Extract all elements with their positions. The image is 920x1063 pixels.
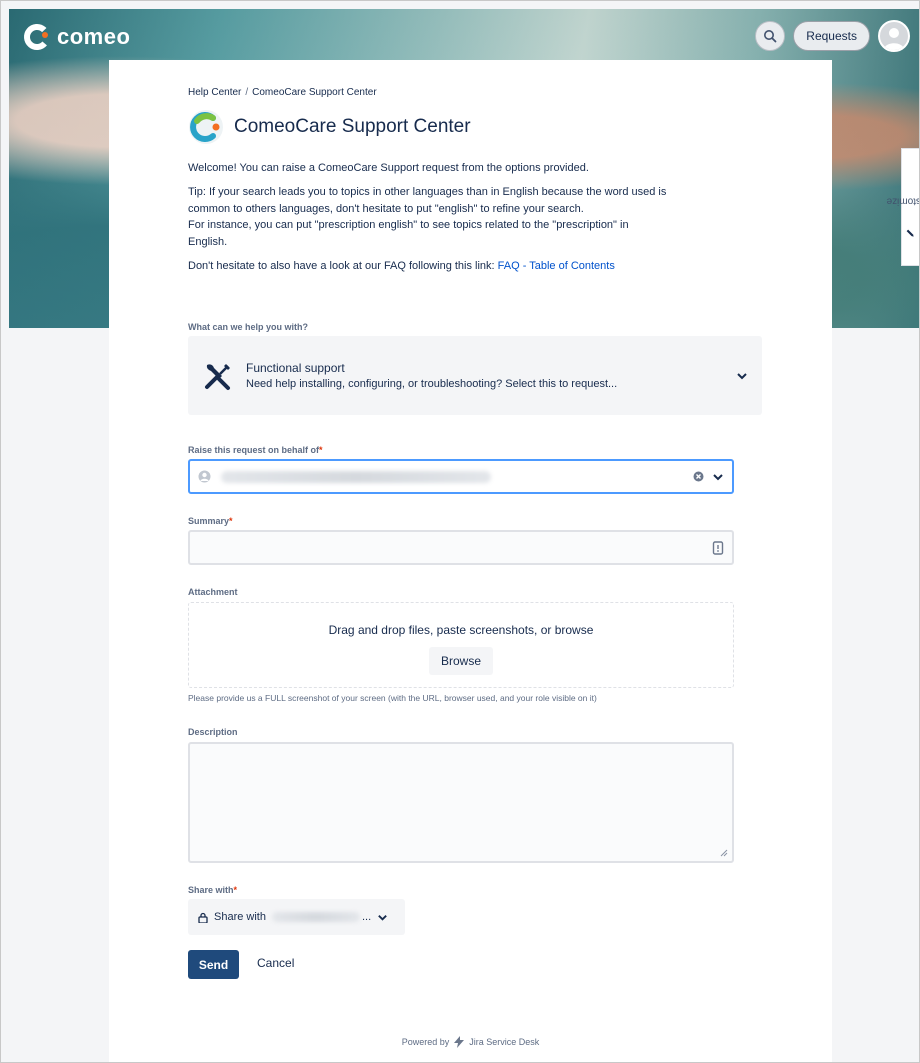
tip-text: Tip: If your search leads you to topics … xyxy=(188,184,748,250)
customize-tab[interactable]: Customize xyxy=(887,148,919,266)
breadcrumb-current[interactable]: ComeoCare Support Center xyxy=(252,87,377,98)
wrench-screwdriver-icon xyxy=(205,363,230,390)
required-mark: * xyxy=(233,885,238,895)
user-icon xyxy=(198,470,211,483)
on-behalf-label: Raise this request on behalf of* xyxy=(188,445,323,455)
attachment-dropzone[interactable]: Drag and drop files, paste screenshots, … xyxy=(188,602,734,688)
chevron-down-icon xyxy=(378,914,387,921)
field-helper-icon xyxy=(712,540,724,555)
customize-label: Customize xyxy=(886,195,919,206)
top-nav: Requests xyxy=(755,20,910,52)
request-type-label: What can we help you with? xyxy=(188,322,309,332)
faq-text: Don't hesitate to also have a look at ou… xyxy=(188,258,748,274)
cancel-button[interactable]: Cancel xyxy=(257,956,294,970)
required-mark: * xyxy=(229,516,233,526)
comeo-logo-icon xyxy=(24,24,50,50)
requests-button[interactable]: Requests xyxy=(793,21,870,51)
redacted-share-value xyxy=(271,912,360,922)
on-behalf-select[interactable] xyxy=(188,459,734,494)
user-avatar[interactable] xyxy=(878,20,910,52)
browse-button[interactable]: Browse xyxy=(428,647,493,675)
tip-line: English. xyxy=(188,235,228,248)
clear-icon[interactable] xyxy=(693,471,704,482)
request-type-name: Functional support xyxy=(246,361,345,375)
description-label: Description xyxy=(188,727,238,737)
logo-text: comeo xyxy=(57,24,131,49)
faq-link[interactable]: FAQ - Table of Contents xyxy=(498,260,615,272)
share-with-text: Share with xyxy=(214,911,266,923)
intro-text: Welcome! You can raise a ComeoCare Suppo… xyxy=(188,160,748,282)
tip-line: Tip: If your search leads you to topics … xyxy=(188,186,667,198)
tip-line: common to others languages, don't hesita… xyxy=(188,202,584,215)
share-label-text: Share with xyxy=(188,885,234,895)
browser-frame: comeo Requests Customize Help Center/Com… xyxy=(0,0,920,1063)
search-button[interactable] xyxy=(755,21,786,51)
on-behalf-label-text: Raise this request on behalf of xyxy=(188,445,320,455)
breadcrumb: Help Center / ComeoCare Support Center xyxy=(188,87,377,98)
attachment-drop-text: Drag and drop files, paste screenshots, … xyxy=(328,623,594,637)
tip-line: For instance, you can put "prescription … xyxy=(188,219,629,231)
share-ellipsis: ... xyxy=(361,911,372,923)
chevron-down-icon[interactable] xyxy=(712,471,724,483)
comeo-logo[interactable]: comeo xyxy=(23,23,130,51)
attachment-help-text: Please provide us a FULL screenshot of y… xyxy=(188,693,597,703)
powered-by-text: Powered by xyxy=(401,1037,450,1047)
jira-product-link[interactable]: Jira Service Desk xyxy=(469,1037,539,1047)
description-textarea[interactable] xyxy=(188,742,734,863)
share-with-select[interactable]: Share with ... xyxy=(188,899,405,935)
redacted-user-value xyxy=(221,470,491,483)
resize-grip-icon[interactable] xyxy=(720,849,728,857)
breadcrumb-separator: / xyxy=(245,87,249,98)
send-button[interactable]: Send xyxy=(188,950,239,979)
lock-icon xyxy=(198,912,208,923)
jira-bolt-icon xyxy=(454,1036,465,1048)
faq-prefix: Don't hesitate to also have a look at ou… xyxy=(188,260,498,272)
footer: Powered by Jira Service Desk xyxy=(109,1035,832,1049)
summary-input[interactable] xyxy=(188,530,734,565)
main-panel: Help Center / ComeoCare Support Center Com… xyxy=(109,60,832,1062)
portal-logo-icon xyxy=(189,110,223,144)
summary-label-text: Summary xyxy=(188,516,230,526)
share-label: Share with* xyxy=(188,885,237,895)
page-title: ComeoCare Support Center xyxy=(234,116,471,137)
welcome-text: Welcome! You can raise a ComeoCare Suppo… xyxy=(188,162,589,174)
search-icon xyxy=(764,30,777,43)
attachment-label: Attachment xyxy=(188,587,238,597)
request-type-description: Need help installing, configuring, or tr… xyxy=(246,378,618,390)
summary-label: Summary* xyxy=(188,516,233,526)
chevron-down-icon xyxy=(737,372,747,379)
breadcrumb-home[interactable]: Help Center xyxy=(188,87,241,98)
pencil-icon xyxy=(907,229,914,237)
required-mark: * xyxy=(319,445,323,455)
request-type-select[interactable]: Functional support Need help installing,… xyxy=(188,336,762,415)
user-avatar-icon xyxy=(884,28,904,50)
portal-header: ComeoCare Support Center xyxy=(188,109,471,145)
